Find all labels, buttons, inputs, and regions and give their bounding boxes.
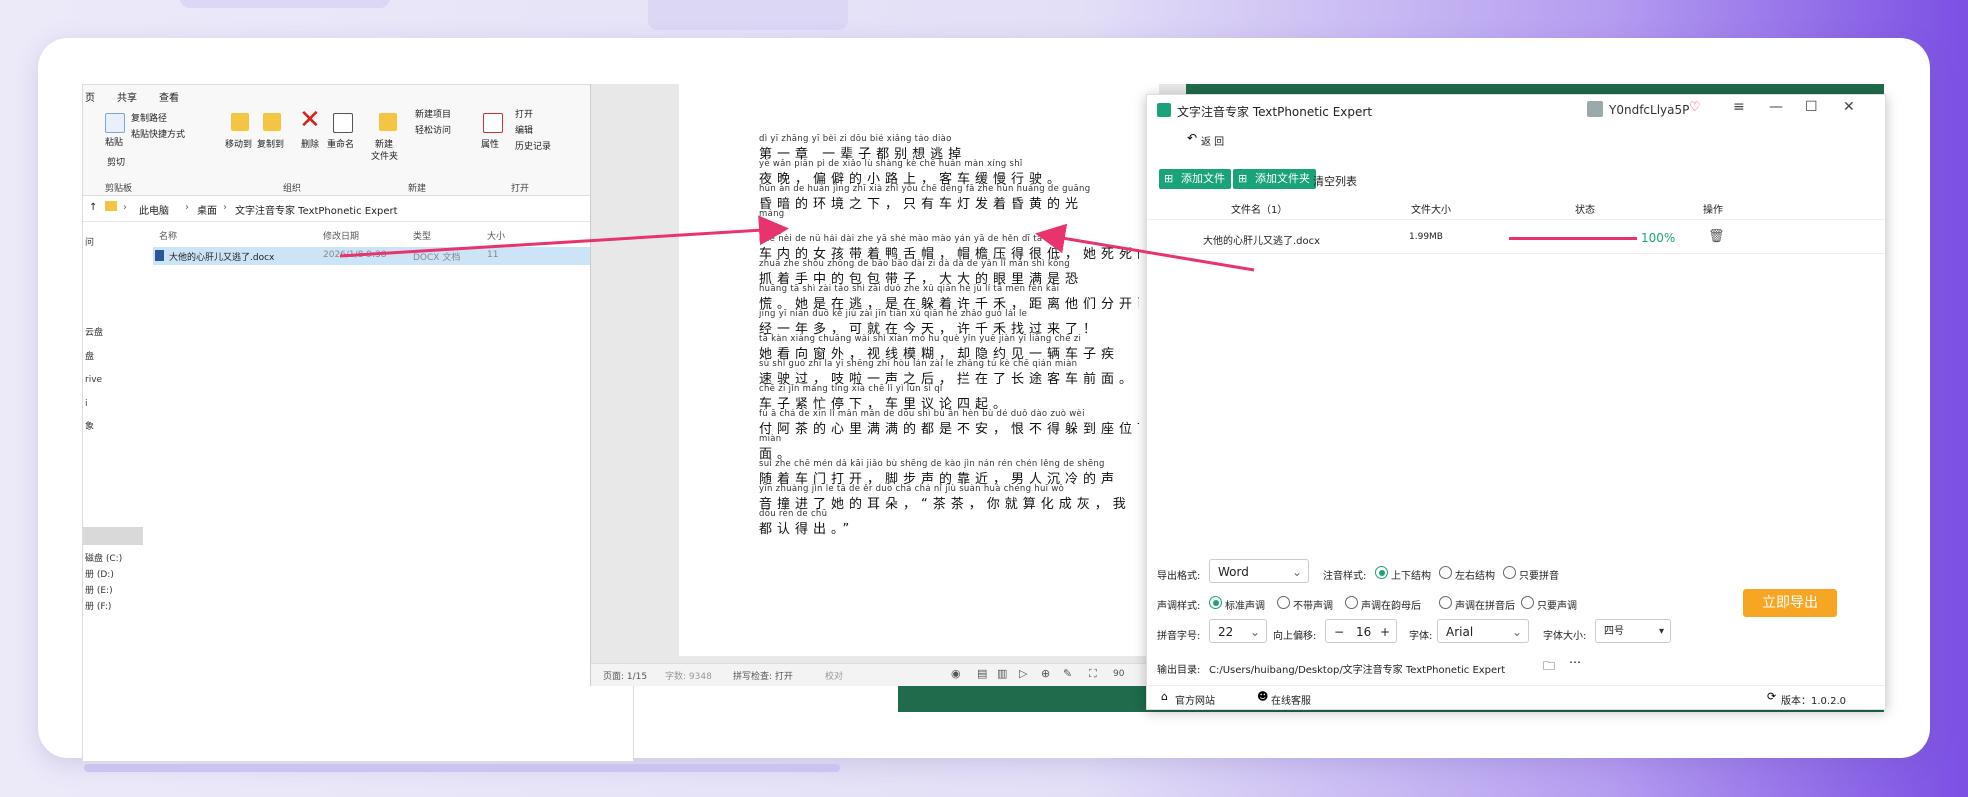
scrollbar-decor — [84, 764, 840, 772]
arrow-app-to-doc — [1035, 223, 1255, 272]
annotation-arrows — [339, 215, 1255, 272]
arrow-explorer-to-doc — [339, 215, 789, 258]
